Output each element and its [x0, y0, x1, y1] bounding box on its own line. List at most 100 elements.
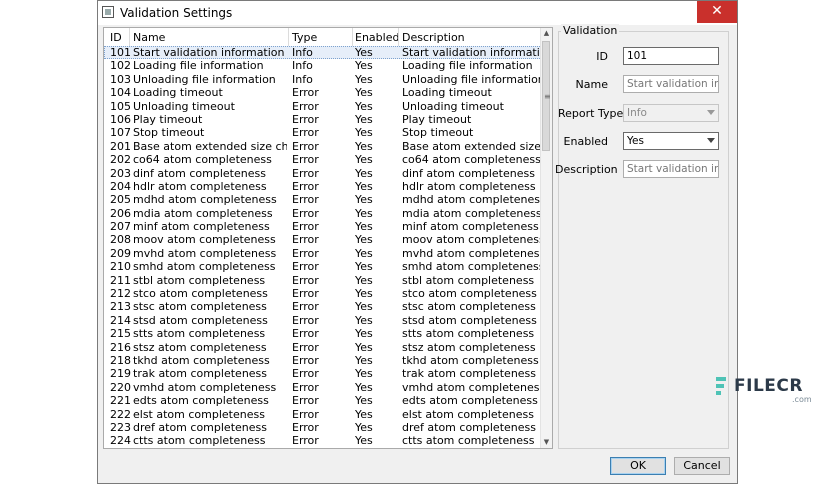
cell-type: Error [292, 153, 319, 167]
cell-enabled: Yes [355, 380, 373, 394]
description-input[interactable]: Start validation information [623, 160, 719, 178]
table-row[interactable]: 223 dref atom completeness Error Yes dref at… [104, 421, 542, 434]
table-row[interactable]: 208 moov atom completeness Error Yes moov at… [104, 233, 542, 246]
cell-enabled: Yes [355, 72, 373, 86]
cell-description: stts atom completeness [402, 327, 535, 341]
table-row[interactable]: 204 hdlr atom completeness Error Yes hdlr at… [104, 180, 542, 193]
table-row[interactable]: 211 stbl atom completeness Error Yes stbl at… [104, 274, 542, 287]
table-row[interactable]: 214 stsd atom completeness Error Yes stsd at… [104, 314, 542, 327]
table-row[interactable]: 105 Unloading timeout Error Yes Unloading ti… [104, 100, 542, 113]
table-row[interactable]: 215 stts atom completeness Error Yes stts at… [104, 327, 542, 340]
cell-description: Unloading timeout [402, 99, 504, 113]
cell-enabled: Yes [355, 327, 373, 341]
title-bar[interactable]: Validation Settings ✕ [98, 1, 737, 25]
cell-id: 102 [110, 59, 131, 73]
table-row[interactable]: 216 stsz atom completeness Error Yes stsz at… [104, 341, 542, 354]
table-row[interactable]: 206 mdia atom completeness Error Yes mdia at… [104, 207, 542, 220]
table-row[interactable]: 212 stco atom completeness Error Yes stco at… [104, 287, 542, 300]
chevron-down-icon [707, 110, 715, 115]
cell-name: moov atom completeness [133, 233, 276, 247]
cell-type: Error [292, 220, 319, 234]
cell-description: co64 atom completeness [402, 153, 540, 167]
table-row[interactable]: 104 Loading timeout Error Yes Loading timeou… [104, 86, 542, 99]
cell-type: Error [292, 112, 319, 126]
cell-type: Error [292, 99, 319, 113]
table-row[interactable]: 202 co64 atom completeness Error Yes co64 at… [104, 153, 542, 166]
cell-name: mdia atom completeness [133, 206, 273, 220]
cell-id: 222 [110, 407, 131, 421]
cell-description: edts atom completeness [402, 394, 538, 408]
cell-type: Error [292, 380, 319, 394]
chevron-down-icon [707, 138, 715, 143]
column-separator[interactable] [398, 28, 399, 46]
cell-enabled: Yes [355, 139, 373, 153]
close-button[interactable]: ✕ [697, 1, 737, 23]
cell-description: stbl atom completeness [402, 273, 535, 287]
cell-name: Base atom extended size check [133, 139, 287, 153]
cell-type: Error [292, 260, 319, 274]
table-row[interactable]: 101 Start validation information Info Yes St… [104, 46, 542, 60]
cell-enabled: Yes [355, 434, 373, 448]
cell-id: 201 [110, 139, 131, 153]
name-input[interactable]: Start validation information [623, 75, 719, 93]
cell-id: 218 [110, 353, 131, 367]
cell-name: smhd atom completeness [133, 260, 276, 274]
ok-button[interactable]: OK [610, 457, 666, 475]
cell-id: 212 [110, 287, 131, 301]
enabled-select[interactable]: Yes [623, 132, 719, 150]
report-type-select[interactable]: Info [623, 104, 719, 122]
cell-type: Error [292, 233, 319, 247]
table-row[interactable]: 103 Unloading file information Info Yes Unlo… [104, 73, 542, 86]
cell-id: 209 [110, 246, 131, 260]
table-row[interactable]: 224 ctts atom completeness Error Yes ctts at… [104, 434, 542, 447]
table-row[interactable]: 203 dinf atom completeness Error Yes dinf at… [104, 167, 542, 180]
table-row[interactable]: 222 elst atom completeness Error Yes elst at… [104, 408, 542, 421]
scroll-down-icon[interactable]: ▼ [541, 437, 552, 448]
cell-enabled: Yes [355, 367, 373, 381]
cell-name: Unloading timeout [133, 99, 235, 113]
table-row[interactable]: 205 mdhd atom completeness Error Yes mdhd at… [104, 193, 542, 206]
watermark-logo-icon [716, 377, 726, 399]
table-row[interactable]: 213 stsc atom completeness Error Yes stsc at… [104, 300, 542, 313]
table-row[interactable]: 220 vmhd atom completeness Error Yes vmhd at… [104, 381, 542, 394]
column-separator[interactable] [288, 28, 289, 46]
cell-type: Error [292, 273, 319, 287]
cell-enabled: Yes [355, 353, 373, 367]
cell-description: hdlr atom completeness [402, 179, 536, 193]
column-separator[interactable] [129, 28, 130, 46]
cell-id: 215 [110, 327, 131, 341]
cell-description: tkhd atom completeness [402, 353, 539, 367]
table-row[interactable]: 221 edts atom completeness Error Yes edts at… [104, 394, 542, 407]
cell-type: Error [292, 434, 319, 448]
table-row[interactable]: 107 Stop timeout Error Yes Stop timeout [104, 126, 542, 139]
vertical-scrollbar[interactable]: ▲ ≡ ▼ [540, 28, 552, 448]
table-row[interactable]: 209 mvhd atom completeness Error Yes mvhd at… [104, 247, 542, 260]
cell-name: co64 atom completeness [133, 153, 272, 167]
scroll-up-icon[interactable]: ▲ [541, 28, 552, 39]
cell-name: stsc atom completeness [133, 300, 267, 314]
table-row[interactable]: 102 Loading file information Info Yes Loadin… [104, 59, 542, 72]
table-row[interactable]: 201Base atom extended size checkErrorYes… [104, 140, 542, 153]
table-row[interactable]: 210 smhd atom completeness Error Yes smhd at… [104, 260, 542, 273]
table-row[interactable]: 106 Play timeout Error Yes Play timeout [104, 113, 542, 126]
cell-enabled: Yes [355, 220, 373, 234]
header-description[interactable]: Description [402, 31, 465, 44]
scroll-thumb[interactable]: ≡ [542, 41, 551, 151]
cell-enabled: Yes [355, 193, 373, 207]
table-row[interactable]: 219 trak atom completeness Error Yes trak at… [104, 367, 542, 380]
enabled-value: Yes [627, 135, 644, 147]
cell-name: Unloading file information [133, 72, 276, 86]
header-type[interactable]: Type [292, 31, 317, 44]
cell-description: mdhd atom completeness [402, 193, 540, 207]
header-enabled[interactable]: Enabled [355, 31, 399, 44]
cell-description: dref atom completeness [402, 420, 536, 434]
cell-type: Error [292, 126, 319, 140]
table-row[interactable]: 218 tkhd atom completeness Error Yes tkhd at… [104, 354, 542, 367]
cancel-button[interactable]: Cancel [674, 457, 730, 475]
column-separator[interactable] [352, 28, 353, 46]
header-name[interactable]: Name [133, 31, 165, 44]
table-row[interactable]: 207 minf atom completeness Error Yes minf at… [104, 220, 542, 233]
header-id[interactable]: ID [110, 31, 122, 44]
cell-name: stts atom completeness [133, 327, 266, 341]
id-input[interactable]: 101 [623, 47, 719, 65]
